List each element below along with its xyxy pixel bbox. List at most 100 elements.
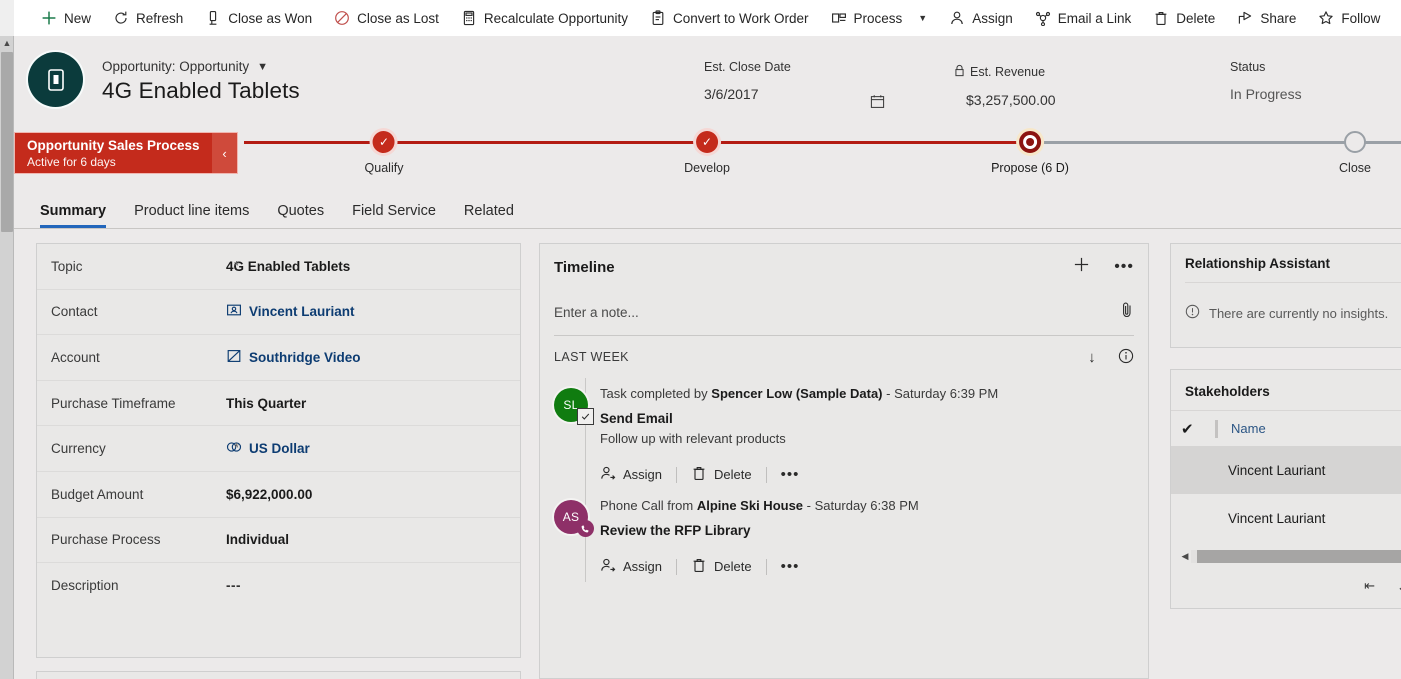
arrow-down-icon[interactable]: ↓ <box>1088 349 1096 366</box>
field-value[interactable]: Vincent Lauriant <box>226 302 355 321</box>
field-value[interactable]: 4G Enabled Tablets <box>226 259 350 274</box>
scrollbar-track[interactable] <box>1191 550 1401 563</box>
command-process[interactable]: Process▼ <box>820 0 939 36</box>
command-refresh[interactable]: Refresh <box>102 0 194 36</box>
bpf-stage-propose[interactable]: Propose (6 D) <box>991 130 1069 175</box>
timeline-item[interactable]: AS Phone Call from Alpine Ski House - Sa… <box>540 490 1148 582</box>
stakeholder-row[interactable]: Vincent Lauriant <box>1171 446 1401 494</box>
trash-icon <box>691 557 707 576</box>
page-scrollbar-thumb[interactable] <box>1 52 13 232</box>
timeline-item-meta: Phone Call from Alpine Ski House - Satur… <box>600 498 1134 513</box>
command-flow[interactable]: Flow <box>1391 0 1401 36</box>
page-first-icon[interactable]: ⇤ <box>1364 578 1375 594</box>
clipboard-icon <box>650 10 666 26</box>
tab-summary[interactable]: Summary <box>26 203 120 228</box>
bpf-stage-label: Qualify <box>365 161 404 175</box>
assign-person-icon <box>600 465 616 484</box>
command-follow[interactable]: Follow <box>1307 0 1391 36</box>
field-value-text: Vincent Lauriant <box>249 304 355 319</box>
contact-card-icon <box>226 302 242 321</box>
est-revenue-label-text: Est. Revenue <box>970 65 1045 79</box>
stakeholders-column-name[interactable]: Name <box>1231 421 1266 436</box>
timeline-action-more[interactable]: ••• <box>781 556 814 577</box>
tab-product-line-items[interactable]: Product line items <box>120 203 263 228</box>
timeline-item-actor: Alpine Ski House <box>697 498 803 513</box>
scrollbar-thumb[interactable] <box>1197 550 1401 563</box>
timeline-items: SL Task completed by Spencer Low (Sample… <box>540 378 1148 582</box>
stakeholder-row[interactable]: Vincent Lauriant <box>1171 494 1401 542</box>
field-value[interactable]: $6,922,000.00 <box>226 487 312 502</box>
bpf-stage-label: Propose (6 D) <box>991 161 1069 175</box>
ellipsis-icon[interactable]: ••• <box>1114 258 1134 276</box>
field-value-text: Individual <box>226 532 289 547</box>
status-badge: In Progress <box>1230 86 1400 102</box>
timeline-action-more[interactable]: ••• <box>781 464 814 485</box>
stakeholders-hscrollbar[interactable]: ◀ <box>1179 548 1401 565</box>
trophy-icon <box>205 10 221 26</box>
timeline-title: Timeline <box>554 259 615 276</box>
form-row-contact: Contact Vincent Lauriant <box>37 290 520 336</box>
scroll-left-icon[interactable]: ◀ <box>1179 551 1191 562</box>
timeline-action-delete[interactable]: Delete <box>691 463 766 486</box>
entity-label: Opportunity: Opportunity <box>102 59 249 74</box>
bpf-stage-marker[interactable] <box>1344 131 1366 153</box>
bpf-name: Opportunity Sales Process <box>27 137 211 154</box>
command-assign[interactable]: Assign <box>938 0 1024 36</box>
trash-icon <box>1153 10 1169 26</box>
ellipsis-icon[interactable]: ••• <box>781 558 800 575</box>
tab-related[interactable]: Related <box>450 203 528 228</box>
field-value[interactable]: Southridge Video <box>226 348 361 367</box>
tab-quotes[interactable]: Quotes <box>263 203 338 228</box>
command-close-as-lost[interactable]: Close as Lost <box>323 0 450 36</box>
command-close-as-won[interactable]: Close as Won <box>194 0 323 36</box>
calendar-icon[interactable] <box>870 94 885 114</box>
command-new[interactable]: New <box>30 0 102 36</box>
note-input[interactable] <box>554 305 1120 320</box>
plus-icon[interactable] <box>1073 256 1090 278</box>
timeline-note-row <box>554 290 1134 336</box>
timeline-action-delete[interactable]: Delete <box>691 555 766 578</box>
command-convert-to-work-order[interactable]: Convert to Work Order <box>639 0 820 36</box>
bpf-stage-develop[interactable]: Develop <box>684 130 730 175</box>
chevron-down-icon[interactable]: ▼ <box>918 13 927 23</box>
field-value[interactable]: This Quarter <box>226 396 306 411</box>
command-label: Delete <box>1176 11 1215 26</box>
timeline-item-meta-separator: - <box>807 498 811 513</box>
page-prev-icon[interactable]: ← <box>1397 579 1401 594</box>
chevron-down-icon[interactable]: ▼ <box>257 61 268 73</box>
page-title: 4G Enabled Tablets <box>102 78 300 104</box>
bpf-stage-marker[interactable] <box>696 131 718 153</box>
field-label: Contact <box>51 304 226 319</box>
chevron-left-icon[interactable]: ‹ <box>212 132 238 174</box>
paperclip-icon[interactable] <box>1120 301 1134 324</box>
bpf-stage-marker[interactable] <box>373 131 395 153</box>
bpf-name-tag[interactable]: Opportunity Sales Process Active for 6 d… <box>14 132 222 174</box>
stakeholders-pager: ⇤ ← <box>1171 565 1401 594</box>
command-email-a-link[interactable]: Email a Link <box>1024 0 1143 36</box>
timeline-item-meta-prefix: Task completed by <box>600 386 708 401</box>
command-share[interactable]: Share <box>1226 0 1307 36</box>
left-rail: ▲ <box>0 0 14 679</box>
bpf-stage-qualify[interactable]: Qualify <box>365 130 404 175</box>
command-delete[interactable]: Delete <box>1142 0 1226 36</box>
bpf-stage-marker[interactable] <box>1019 131 1041 153</box>
timeline-action-assign[interactable]: Assign <box>600 555 676 578</box>
checkmark-icon[interactable]: ✔ <box>1181 420 1215 438</box>
dynamics-opportunity-page: ▲ NewRefresh Close as Won Close as Lost <box>0 0 1401 679</box>
action-separator <box>676 559 677 575</box>
ellipsis-icon[interactable]: ••• <box>781 466 800 483</box>
task-checkbox-icon <box>577 408 594 425</box>
action-separator <box>766 467 767 483</box>
status-label: Status <box>1230 60 1400 74</box>
timeline-panel: Timeline ••• <box>539 243 1149 679</box>
tab-field-service[interactable]: Field Service <box>338 203 450 228</box>
field-value[interactable]: Individual <box>226 532 289 547</box>
collapse-caret-icon[interactable]: ▲ <box>2 38 12 48</box>
info-icon[interactable] <box>1118 348 1134 367</box>
timeline-action-assign[interactable]: Assign <box>600 463 676 486</box>
entity-breadcrumb[interactable]: Opportunity: Opportunity ▼ <box>102 59 268 74</box>
bpf-stage-close[interactable]: Close <box>1339 130 1371 175</box>
timeline-item[interactable]: SL Task completed by Spencer Low (Sample… <box>540 378 1148 490</box>
command-recalculate-opportunity[interactable]: Recalculate Opportunity <box>450 0 639 36</box>
field-value[interactable]: --- <box>226 578 241 593</box>
